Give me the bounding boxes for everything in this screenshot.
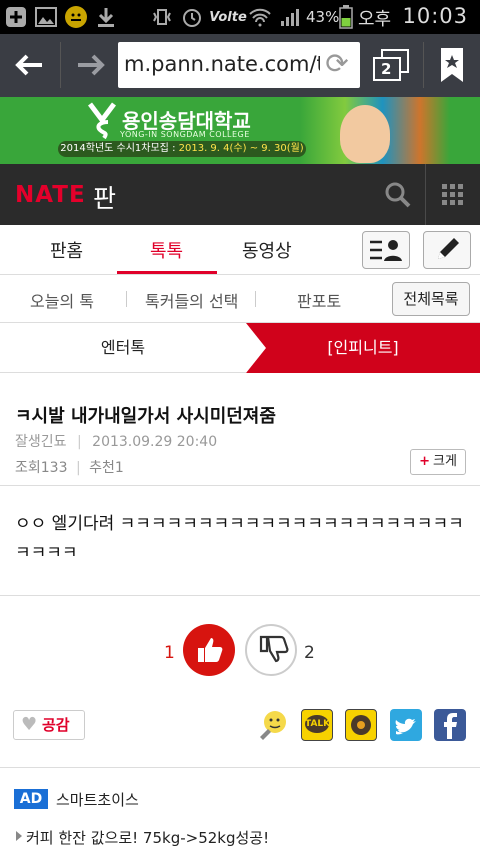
tab-panhome[interactable]: 판홈 (50, 237, 83, 263)
subnav-today-talk[interactable]: 오늘의 톡 (30, 288, 94, 312)
post-meta: 잘생긴됴 | 2013.09.29 20:40 (15, 431, 217, 451)
share-row: ♥ 공감 TALK (0, 696, 480, 768)
post-body: ㅇㅇ 엘기다려 ㅋㅋㅋㅋㅋㅋㅋㅋㅋㅋㅋㅋㅋㅋㅋㅋㅋㅋㅋㅋㅋㅋㅋㅋㅋㅋ (0, 486, 480, 596)
thumbs-down-icon (259, 635, 289, 663)
category-entertalk[interactable]: 엔터톡 (0, 323, 246, 373)
banner-model-image (340, 105, 390, 163)
url-field[interactable]: m.pann.nate.com/tal ⟳ (118, 42, 360, 88)
emoticon-icon[interactable] (257, 709, 289, 741)
post-stats: 조회133 | 추천1 (15, 457, 124, 477)
subnav-talkers-choice[interactable]: 톡커들의 선택 (145, 288, 238, 312)
empathy-button[interactable]: ♥ 공감 (13, 710, 85, 740)
post-title: ㅋ시발 내가내일가서 사시미던져줌 (15, 406, 276, 427)
downvote-button[interactable] (245, 624, 297, 676)
battery-icon (334, 5, 358, 29)
recommend-count: 1 (114, 460, 124, 476)
clock: 10:03 (402, 4, 468, 28)
download-icon (94, 5, 118, 29)
tab-toktok[interactable]: 톡톡 (150, 237, 183, 263)
twitter-icon[interactable] (390, 709, 422, 741)
subnav-panphoto[interactable]: 판포토 (297, 288, 341, 312)
heart-icon: ♥ (21, 714, 38, 735)
subnav-divider (126, 291, 127, 307)
ampm-label: 오후 (358, 9, 392, 30)
category-infinite[interactable]: [인피니트] (246, 323, 480, 373)
views-label: 조회 (15, 460, 41, 476)
kakao-notification-icon (64, 5, 88, 29)
site-header: NATE 판 (0, 164, 480, 225)
section-title[interactable]: 판 (93, 179, 116, 215)
signal-icon (278, 5, 302, 29)
bigger-label: 크게 (432, 454, 457, 469)
ad-link[interactable]: 커피 한잔 값으로! 75kg->52kg성공! (26, 827, 269, 848)
toolbar-divider (423, 42, 424, 88)
header-divider (425, 164, 426, 225)
font-bigger-button[interactable]: + 크게 (410, 449, 466, 475)
upvote-count: 1 (164, 643, 175, 663)
bookmark-icon[interactable] (438, 46, 466, 84)
empathy-label: 공감 (42, 716, 70, 734)
college-logo-icon (88, 102, 116, 140)
notice-dates: 2013. 9. 4(수) ~ 9. 30(월) (178, 143, 304, 154)
recommend-label: 추천 (89, 460, 115, 476)
url-text: m.pann.nate.com/tal (124, 52, 320, 76)
main-tabs: 판홈 톡톡 동영상 (0, 225, 480, 275)
alarm-icon (180, 5, 204, 29)
apps-grid-icon[interactable] (441, 183, 465, 207)
ad-arrow-icon (16, 831, 22, 841)
post-content: ㅇㅇ 엘기다려 ㅋㅋㅋㅋㅋㅋㅋㅋㅋㅋㅋㅋㅋㅋㅋㅋㅋㅋㅋㅋㅋㅋㅋㅋㅋㅋ (15, 514, 464, 563)
volte-icon: Volte (209, 9, 247, 25)
search-icon[interactable] (384, 181, 412, 209)
facebook-icon[interactable] (434, 709, 466, 741)
post-author[interactable]: 잘생긴됴 (15, 434, 67, 450)
kakaotalk-icon[interactable]: TALK (301, 709, 333, 741)
kakaostory-icon[interactable] (345, 709, 377, 741)
tab-count: 2 (381, 60, 392, 78)
subnav-divider (255, 291, 256, 307)
sub-navigation: 오늘의 톡 톡커들의 선택 판포토 전체목록 (0, 275, 480, 323)
admission-notice: 2014학년도 수시1차모집 : 2013. 9. 4(수) ~ 9. 30(월… (58, 141, 306, 157)
tab-video[interactable]: 동영상 (242, 237, 292, 263)
status-bar: Volte 43% 오후 10:03 (0, 0, 480, 34)
reload-icon[interactable]: ⟳ (322, 49, 352, 79)
active-tab-indicator (117, 271, 217, 274)
college-name-en: YONG-IN SONGDAM COLLEGE (120, 130, 250, 139)
meta-divider: | (75, 460, 81, 476)
views-count: 133 (40, 460, 68, 476)
category-breadcrumb: 엔터톡 [인피니트] (0, 323, 480, 373)
ad-section: AD 스마트초이스 커피 한잔 값으로! 75kg->52kg성공! (0, 768, 480, 853)
top-ad-banner[interactable]: 용인송담대학교 YONG-IN SONGDAM COLLEGE 2014학년도 … (0, 97, 480, 164)
vote-area: 1 2 (0, 596, 480, 696)
vibrate-icon (150, 5, 174, 29)
ad-advertiser[interactable]: 스마트초이스 (56, 789, 139, 810)
meta-divider: | (76, 434, 82, 450)
forward-icon[interactable] (74, 48, 108, 82)
plus-icon: + (419, 454, 430, 469)
thumbs-up-icon (198, 638, 223, 662)
breadcrumb-arrow (246, 323, 266, 373)
write-button[interactable] (423, 231, 471, 269)
tabs-button[interactable]: 2 (370, 46, 414, 84)
post-header: ㅋ시발 내가내일가서 사시미던져줌 잘생긴됴 | 2013.09.29 20:4… (0, 373, 480, 486)
ad-badge: AD (14, 789, 48, 809)
nate-logo[interactable]: NATE (15, 182, 86, 208)
gallery-icon (34, 5, 58, 29)
toolbar-divider (60, 42, 61, 88)
browser-toolbar: m.pann.nate.com/tal ⟳ 2 (0, 34, 480, 97)
back-icon[interactable] (12, 48, 46, 82)
post-date: 2013.09.29 20:40 (92, 434, 218, 450)
my-page-button[interactable] (362, 231, 410, 269)
talk-label: TALK (305, 719, 331, 729)
add-notification-icon (4, 5, 28, 29)
downvote-count: 2 (304, 643, 315, 663)
upvote-button[interactable] (183, 624, 235, 676)
all-list-button[interactable]: 전체목록 (392, 282, 470, 316)
notice-prefix: 2014학년도 수시1차모집 : (60, 143, 179, 154)
wifi-icon (248, 5, 272, 29)
